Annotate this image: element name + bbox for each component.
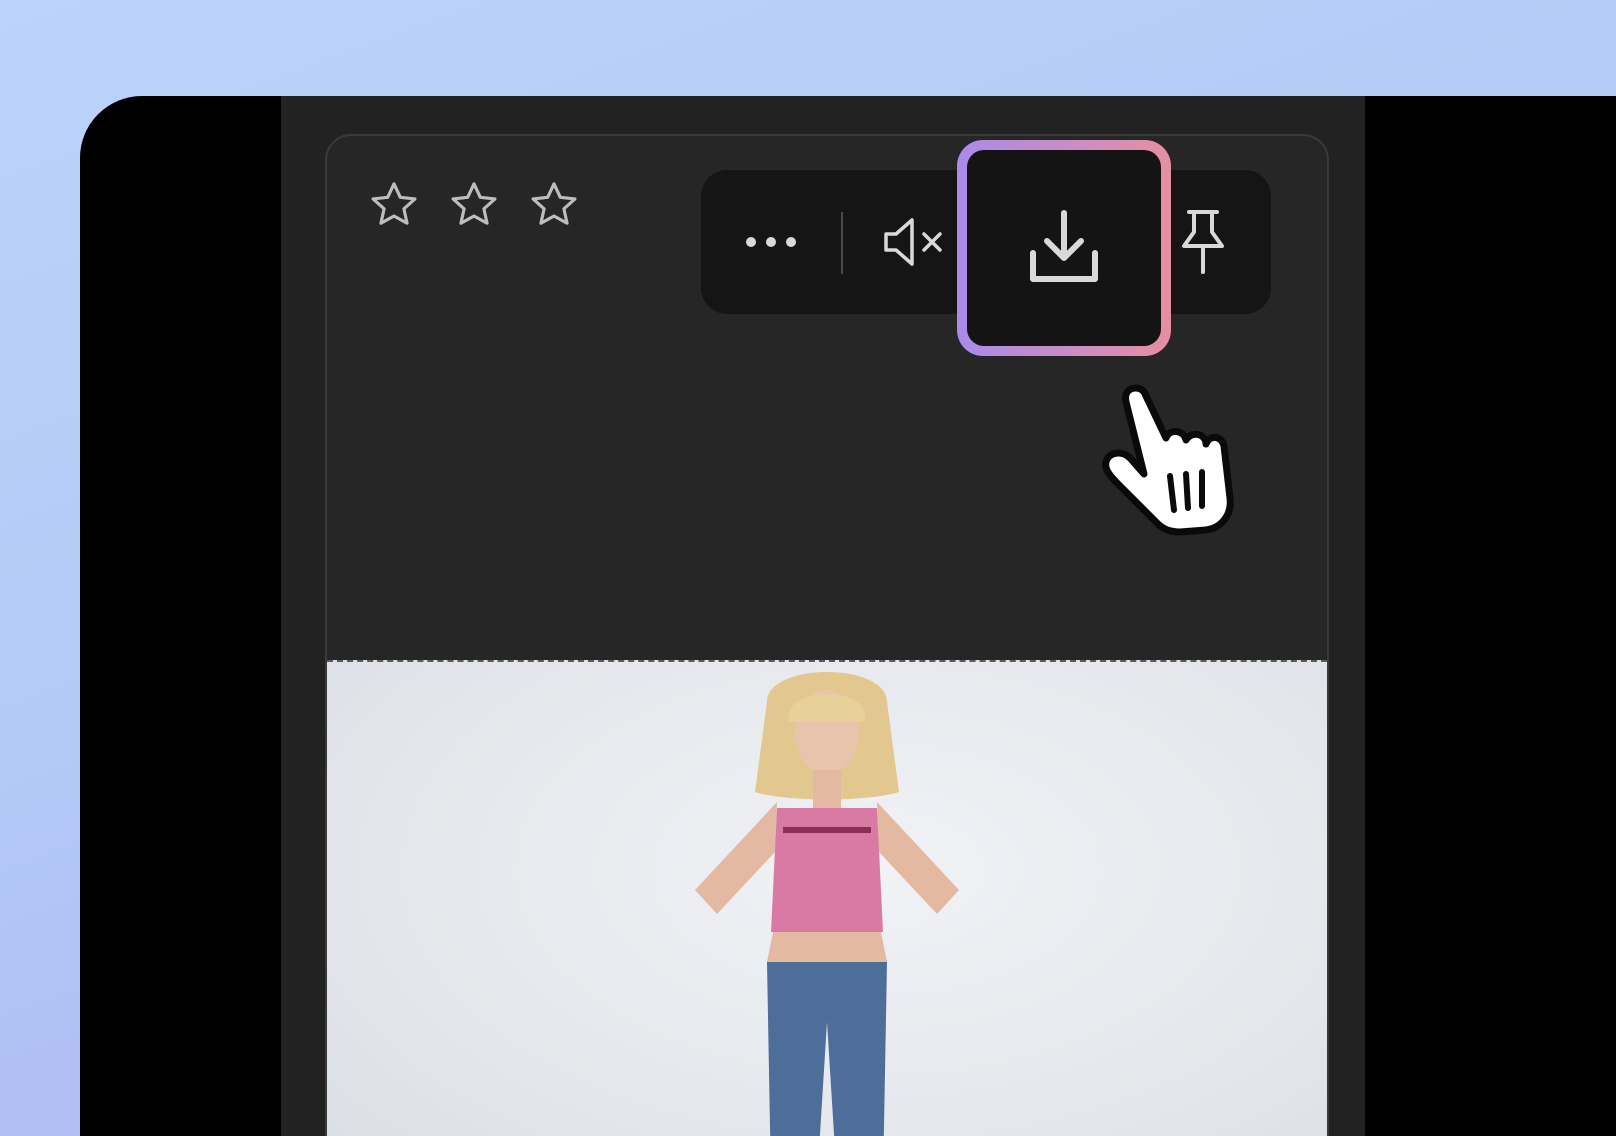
download-highlight xyxy=(957,140,1171,356)
media-photo[interactable] xyxy=(327,660,1327,1136)
star-icon[interactable] xyxy=(527,178,581,232)
more-horizontal-icon xyxy=(746,237,796,247)
pin-icon xyxy=(1182,210,1224,274)
device-frame xyxy=(80,96,1616,1136)
download-button[interactable] xyxy=(967,150,1161,346)
photo-subject xyxy=(695,672,959,1136)
hand-pointer-icon xyxy=(1102,384,1234,536)
mute-button[interactable] xyxy=(857,170,973,314)
toolbar-divider xyxy=(841,212,843,274)
download-icon xyxy=(1030,210,1098,282)
pin-button[interactable] xyxy=(1147,170,1259,314)
media-toolbar xyxy=(701,140,1271,356)
star-icon[interactable] xyxy=(447,178,501,232)
media-card xyxy=(325,134,1329,1136)
volume-mute-icon xyxy=(884,218,942,266)
more-options-button[interactable] xyxy=(715,170,827,314)
content-column xyxy=(281,96,1365,1136)
star-icon[interactable] xyxy=(367,178,421,232)
star-rating xyxy=(367,178,581,232)
